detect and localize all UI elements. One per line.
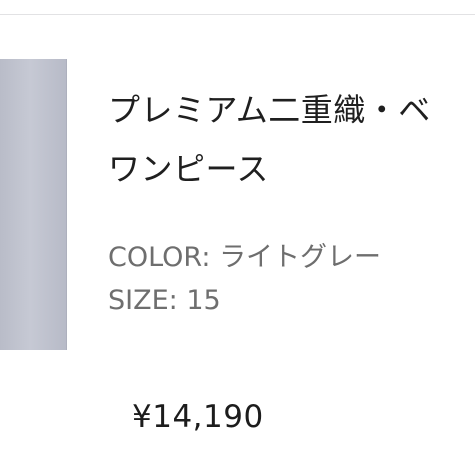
product-thumbnail[interactable] [0, 59, 67, 350]
product-size: SIZE: 15 [108, 285, 221, 316]
product-name[interactable]: プレミアム二重織・ベ ワンピース [108, 81, 475, 199]
product-color: COLOR: ライトグレー [108, 235, 381, 274]
cart-item[interactable]: プレミアム二重織・ベ ワンピース COLOR: ライトグレー SIZE: 15 … [0, 15, 475, 475]
size-value: 15 [186, 285, 221, 316]
product-price: ¥14,190 [132, 399, 264, 435]
page: プレミアム二重織・ベ ワンピース COLOR: ライトグレー SIZE: 15 … [0, 0, 475, 475]
size-label: SIZE: [108, 285, 178, 316]
color-label: COLOR: [108, 242, 211, 273]
color-value: ライトグレー [219, 242, 382, 273]
